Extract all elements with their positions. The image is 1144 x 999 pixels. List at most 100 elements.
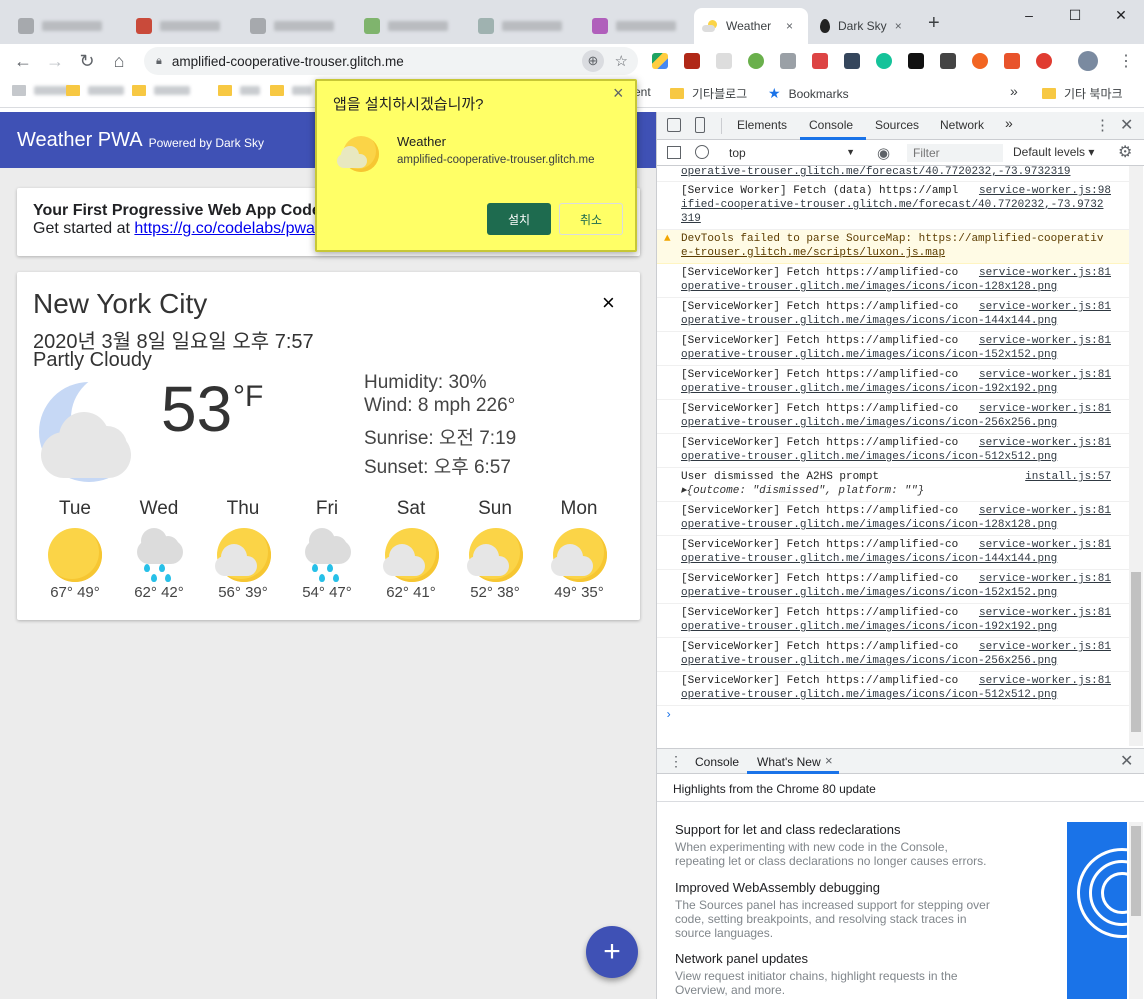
log-link[interactable]: operative-trouser.glitch.me/images/icons… bbox=[681, 349, 1057, 361]
log-source-link[interactable]: service-worker.js:98 bbox=[979, 184, 1111, 198]
log-link[interactable]: operative-trouser.glitch.me/images/icons… bbox=[681, 553, 1057, 565]
log-object-expander[interactable]: ▸{outcome: "dismissed", platform: ""} bbox=[681, 484, 1107, 498]
inspect-element-icon[interactable] bbox=[667, 118, 681, 132]
tab-network[interactable]: Network bbox=[940, 118, 984, 132]
tab-blurred-1[interactable] bbox=[10, 8, 122, 44]
close-card-button[interactable]: × bbox=[602, 290, 615, 316]
log-link[interactable]: operative-trouser.glitch.me/images/icons… bbox=[681, 417, 1057, 429]
bookmark-star-icon[interactable]: ☆ bbox=[615, 52, 628, 70]
bookmark-item[interactable] bbox=[12, 85, 70, 96]
instapaper-icon[interactable] bbox=[940, 53, 956, 69]
log-link[interactable]: operative-trouser.glitch.me/images/icons… bbox=[681, 655, 1057, 667]
log-link[interactable]: ified-cooperative-trouser.glitch.me/fore… bbox=[681, 199, 1103, 211]
log-link[interactable]: operative-trouser.glitch.me/images/icons… bbox=[681, 315, 1057, 327]
whats-new-item[interactable]: Improved WebAssembly debugging The Sourc… bbox=[675, 880, 1065, 940]
log-link[interactable]: e-trouser.glitch.me/scripts/luxon.js.map bbox=[681, 247, 945, 259]
bookmark-item[interactable] bbox=[66, 85, 124, 96]
extension-icon[interactable] bbox=[972, 53, 988, 69]
bookmark-item[interactable] bbox=[218, 85, 260, 96]
add-city-fab[interactable]: + bbox=[586, 926, 638, 978]
log-source-link[interactable]: service-worker.js:81 bbox=[979, 606, 1111, 620]
drawer-scrollbar[interactable] bbox=[1129, 822, 1143, 999]
log-source-link[interactable]: service-worker.js:81 bbox=[979, 640, 1111, 654]
console-filter-input[interactable] bbox=[907, 144, 1003, 162]
log-source-link[interactable]: service-worker.js:81 bbox=[979, 300, 1111, 314]
tab-weather[interactable]: Weather × bbox=[694, 8, 808, 44]
whats-new-item[interactable]: Network panel updates View request initi… bbox=[675, 951, 1065, 997]
log-levels-dropdown[interactable]: Default levels ▾ bbox=[1013, 145, 1094, 159]
forward-icon[interactable]: → bbox=[42, 48, 68, 74]
bookmark-folder-bookmarks[interactable]: ★ Bookmarks bbox=[768, 85, 849, 102]
console-scrollbar[interactable] bbox=[1129, 166, 1143, 746]
close-window-button[interactable]: ✕ bbox=[1098, 0, 1144, 30]
codelab-link[interactable]: https://g.co/codelabs/pwa bbox=[134, 220, 315, 237]
log-link[interactable]: operative-trouser.glitch.me/images/icons… bbox=[681, 587, 1057, 599]
bookmarks-overflow-button[interactable]: » bbox=[1010, 83, 1018, 99]
more-tabs-button[interactable]: » bbox=[1005, 115, 1013, 131]
log-link[interactable]: operative-trouser.glitch.me/images/icons… bbox=[681, 383, 1057, 395]
scrollbar-thumb[interactable] bbox=[1131, 826, 1141, 916]
new-tab-button[interactable]: + bbox=[928, 12, 940, 35]
whats-new-item[interactable]: Support for let and class redeclarations… bbox=[675, 822, 1065, 868]
grammarly-icon[interactable] bbox=[876, 53, 892, 69]
extension-icon[interactable] bbox=[1036, 53, 1052, 69]
extension-icon[interactable] bbox=[716, 53, 732, 69]
back-icon[interactable]: ← bbox=[10, 48, 36, 74]
minimize-button[interactable]: – bbox=[1006, 0, 1052, 30]
tab-blurred-6[interactable] bbox=[584, 8, 690, 44]
dialog-close-icon[interactable]: × bbox=[613, 83, 624, 104]
acrobat-icon[interactable] bbox=[684, 53, 700, 69]
log-source-link[interactable]: service-worker.js:81 bbox=[979, 674, 1111, 688]
bookmark-item[interactable] bbox=[132, 85, 190, 96]
extension-icon[interactable] bbox=[1004, 53, 1020, 69]
close-devtools-icon[interactable]: ✕ bbox=[1120, 115, 1133, 135]
drawer-tab-whats-new[interactable]: What's New bbox=[757, 755, 821, 769]
log-source-link[interactable]: service-worker.js:81 bbox=[979, 538, 1111, 552]
log-source-link[interactable]: service-worker.js:81 bbox=[979, 266, 1111, 280]
log-link[interactable]: operative-trouser.glitch.me/images/icons… bbox=[681, 519, 1057, 531]
rss-icon[interactable] bbox=[748, 53, 764, 69]
drawer-menu-icon[interactable]: ⋮ bbox=[669, 753, 683, 770]
eye-icon[interactable]: ◉ bbox=[877, 144, 890, 162]
address-bar[interactable]: 🔒︎ amplified-cooperative-trouser.glitch.… bbox=[144, 47, 638, 75]
close-drawer-tab-icon[interactable]: × bbox=[825, 753, 833, 768]
tumblr-icon[interactable] bbox=[844, 53, 860, 69]
close-drawer-icon[interactable]: ✕ bbox=[1120, 751, 1133, 771]
extension-icon[interactable] bbox=[780, 53, 796, 69]
log-link[interactable]: operative-trouser.glitch.me/images/icons… bbox=[681, 281, 1057, 293]
log-source-link[interactable]: service-worker.js:81 bbox=[979, 368, 1111, 382]
tab-darksky[interactable]: Dark Sky × bbox=[812, 8, 918, 44]
tab-blurred-4[interactable] bbox=[356, 8, 468, 44]
install-button[interactable]: 설치 bbox=[487, 203, 551, 235]
clear-console-icon[interactable] bbox=[695, 145, 709, 159]
home-icon[interactable]: ⌂ bbox=[106, 48, 132, 74]
settings-gear-icon[interactable]: ⚙ bbox=[1118, 142, 1132, 162]
drawer-tab-console[interactable]: Console bbox=[695, 755, 739, 769]
drive-icon[interactable] bbox=[652, 53, 668, 69]
avatar[interactable] bbox=[1078, 51, 1098, 71]
cancel-button[interactable]: 취소 bbox=[559, 203, 623, 235]
context-selector[interactable]: top ▼ bbox=[721, 144, 861, 162]
reload-icon[interactable]: ↻ bbox=[74, 48, 100, 74]
notion-icon[interactable] bbox=[908, 53, 924, 69]
bookmark-folder-other[interactable]: 기타 북마크 bbox=[1042, 85, 1123, 102]
console-prompt[interactable]: › bbox=[657, 706, 1131, 726]
log-link[interactable]: 319 bbox=[681, 213, 701, 225]
log-source-link[interactable]: service-worker.js:81 bbox=[979, 334, 1111, 348]
devtools-menu-icon[interactable]: ⋮ bbox=[1095, 116, 1110, 134]
log-link[interactable]: operative-trouser.glitch.me/images/icons… bbox=[681, 451, 1057, 463]
log-source-link[interactable]: service-worker.js:81 bbox=[979, 436, 1111, 450]
log-link[interactable]: operative-trouser.glitch.me/forecast/40.… bbox=[681, 166, 1070, 178]
tab-console[interactable]: Console bbox=[809, 118, 853, 132]
tab-blurred-3[interactable] bbox=[242, 8, 354, 44]
tab-elements[interactable]: Elements bbox=[737, 118, 787, 132]
bookmark-item[interactable] bbox=[270, 85, 312, 96]
maximize-button[interactable]: ☐ bbox=[1052, 0, 1098, 30]
bookmark-folder-etc-blog[interactable]: 기타블로그 bbox=[670, 85, 747, 102]
tab-sources[interactable]: Sources bbox=[875, 118, 919, 132]
tab-blurred-2[interactable] bbox=[128, 8, 240, 44]
log-source-link[interactable]: service-worker.js:81 bbox=[979, 504, 1111, 518]
log-source-link[interactable]: service-worker.js:81 bbox=[979, 572, 1111, 586]
log-link[interactable]: operative-trouser.glitch.me/images/icons… bbox=[681, 689, 1057, 701]
log-source-link[interactable]: install.js:57 bbox=[1025, 470, 1111, 484]
